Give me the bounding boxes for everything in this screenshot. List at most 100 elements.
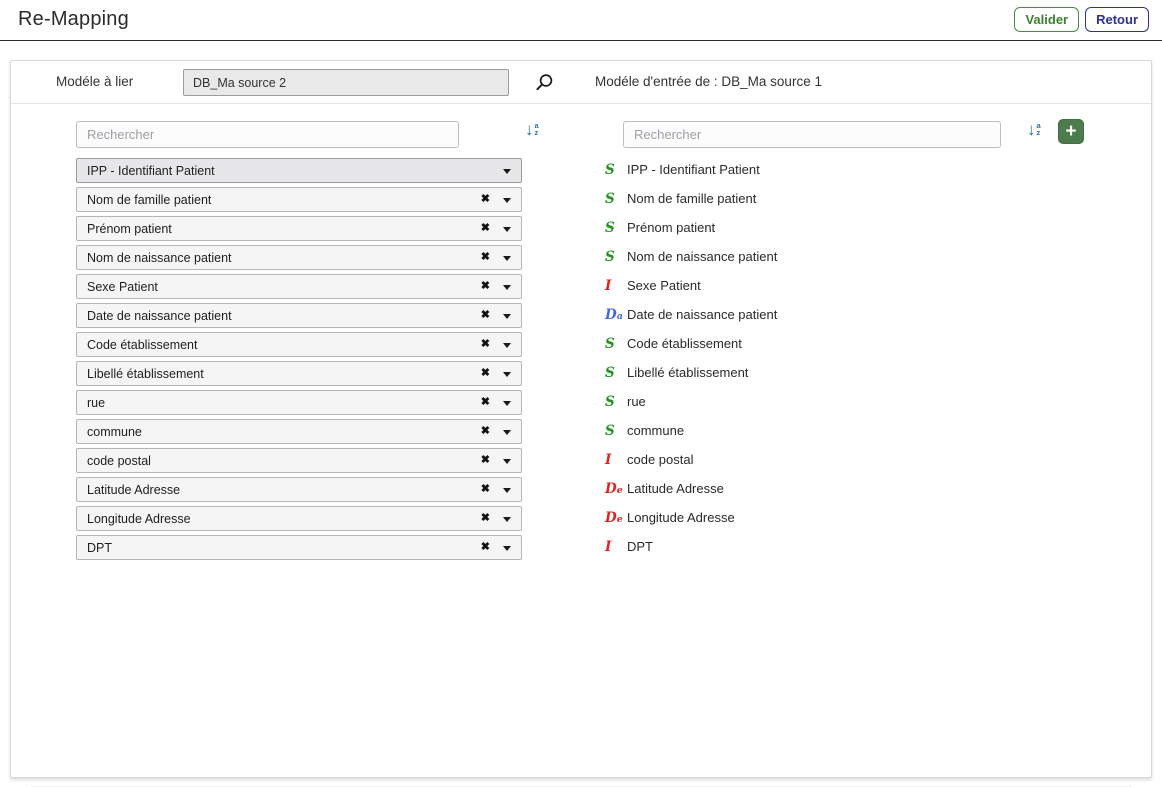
source-field-item[interactable]: SNom de famille patient bbox=[605, 186, 1125, 211]
source-field-item[interactable]: DeLongitude Adresse bbox=[605, 505, 1125, 530]
field-type-icon: De bbox=[605, 481, 627, 497]
mapped-field-select[interactable]: Date de naissance patient✖ bbox=[76, 303, 522, 328]
field-type-icon: S bbox=[605, 191, 627, 207]
clear-icon[interactable]: ✖ bbox=[481, 426, 490, 437]
source-field-item[interactable]: SCode établissement bbox=[605, 331, 1125, 356]
caret-down-icon[interactable] bbox=[503, 401, 511, 406]
source-field-label: Libellé établissement bbox=[627, 365, 748, 380]
caret-down-icon[interactable] bbox=[503, 517, 511, 522]
caret-down-icon[interactable] bbox=[503, 256, 511, 261]
app-header: Re-Mapping Valider Retour bbox=[0, 0, 1162, 41]
mapped-field-select[interactable]: Code établissement✖ bbox=[76, 332, 522, 357]
mapped-field-select[interactable]: Sexe Patient✖ bbox=[76, 274, 522, 299]
clear-icon[interactable]: ✖ bbox=[481, 368, 490, 379]
field-type-icon: S bbox=[605, 162, 627, 178]
source-field-label: Nom de famille patient bbox=[627, 191, 756, 206]
caret-down-icon[interactable] bbox=[503, 459, 511, 464]
arrow-down-glyph: ↓ bbox=[525, 120, 534, 140]
source-field-label: Latitude Adresse bbox=[627, 481, 724, 496]
magnifier-icon[interactable] bbox=[533, 72, 555, 94]
input-model-label: Modéle d'entrée de : DB_Ma source 1 bbox=[595, 74, 822, 89]
field-type-icon: S bbox=[605, 394, 627, 410]
clear-icon[interactable]: ✖ bbox=[481, 542, 490, 553]
source-field-label: DPT bbox=[627, 539, 653, 554]
source-field-label: Date de naissance patient bbox=[627, 307, 777, 322]
sort-letter-z: z bbox=[535, 129, 539, 136]
mapped-field-label: commune bbox=[87, 425, 481, 439]
clear-icon[interactable]: ✖ bbox=[481, 223, 490, 234]
model-to-link-input[interactable] bbox=[183, 69, 509, 96]
source-field-item[interactable]: Icode postal bbox=[605, 447, 1125, 472]
sort-alpha-down-icon[interactable]: ↓ a z bbox=[525, 120, 539, 140]
retour-button[interactable]: Retour bbox=[1085, 7, 1149, 32]
sort-alpha-down-icon[interactable]: ↓ a z bbox=[1027, 120, 1041, 140]
field-type-icon: De bbox=[605, 510, 627, 526]
clear-icon[interactable]: ✖ bbox=[481, 339, 490, 350]
mapping-body: ↓ a z ↓ a z + IPP - Identifiant Patient N… bbox=[11, 104, 1151, 779]
field-type-icon: S bbox=[605, 423, 627, 439]
clear-icon[interactable]: ✖ bbox=[481, 194, 490, 205]
field-type-icon: S bbox=[605, 365, 627, 381]
mapped-field-select[interactable]: Nom de famille patient✖ bbox=[76, 187, 522, 212]
source-field-item[interactable]: Srue bbox=[605, 389, 1125, 414]
mapped-field-select[interactable]: rue✖ bbox=[76, 390, 522, 415]
mapped-field-select[interactable]: Longitude Adresse✖ bbox=[76, 506, 522, 531]
mapped-field-select[interactable]: Latitude Adresse✖ bbox=[76, 477, 522, 502]
source-field-label: Prénom patient bbox=[627, 220, 715, 235]
sort-letters: a z bbox=[535, 122, 539, 136]
mapped-field-select[interactable]: IPP - Identifiant Patient bbox=[76, 158, 522, 183]
source-field-label: Nom de naissance patient bbox=[627, 249, 777, 264]
mapped-field-select[interactable]: Libellé établissement✖ bbox=[76, 361, 522, 386]
caret-down-icon[interactable] bbox=[503, 546, 511, 551]
caret-down-icon[interactable] bbox=[503, 343, 511, 348]
source-field-item[interactable]: DeLatitude Adresse bbox=[605, 476, 1125, 501]
mapped-field-select[interactable]: Nom de naissance patient✖ bbox=[76, 245, 522, 270]
add-field-button[interactable]: + bbox=[1058, 119, 1084, 144]
source-field-item[interactable]: Scommune bbox=[605, 418, 1125, 443]
source-field-label: Sexe Patient bbox=[627, 278, 701, 293]
source-field-item[interactable]: ISexe Patient bbox=[605, 273, 1125, 298]
mapped-field-select[interactable]: commune✖ bbox=[76, 419, 522, 444]
source-field-label: Code établissement bbox=[627, 336, 742, 351]
source-field-item[interactable]: SLibellé établissement bbox=[605, 360, 1125, 385]
caret-down-icon[interactable] bbox=[503, 488, 511, 493]
model-link-bar: Modéle à lier Modéle d'entrée de : DB_Ma… bbox=[11, 61, 1151, 104]
source-field-item[interactable]: IDPT bbox=[605, 534, 1125, 559]
clear-icon[interactable]: ✖ bbox=[481, 310, 490, 321]
field-type-icon: I bbox=[605, 452, 627, 468]
clear-icon[interactable]: ✖ bbox=[481, 397, 490, 408]
source-field-item[interactable]: SPrénom patient bbox=[605, 215, 1125, 240]
caret-down-icon[interactable] bbox=[503, 430, 511, 435]
source-field-item[interactable]: SNom de naissance patient bbox=[605, 244, 1125, 269]
page-title: Re-Mapping bbox=[18, 8, 129, 31]
clear-icon[interactable]: ✖ bbox=[481, 252, 490, 263]
right-search-input[interactable] bbox=[623, 121, 1001, 148]
clear-icon[interactable]: ✖ bbox=[481, 513, 490, 524]
caret-down-icon[interactable] bbox=[503, 227, 511, 232]
left-search-input[interactable] bbox=[76, 121, 459, 148]
mapped-field-select[interactable]: DPT✖ bbox=[76, 535, 522, 560]
clear-icon[interactable]: ✖ bbox=[481, 281, 490, 292]
source-field-label: code postal bbox=[627, 452, 694, 467]
clear-icon[interactable]: ✖ bbox=[481, 484, 490, 495]
valider-button[interactable]: Valider bbox=[1014, 7, 1079, 32]
caret-down-icon[interactable] bbox=[503, 372, 511, 377]
mapped-field-select[interactable]: Prénom patient✖ bbox=[76, 216, 522, 241]
header-buttons: Valider Retour bbox=[1014, 7, 1149, 32]
field-type-icon: S bbox=[605, 336, 627, 352]
mapped-field-label: Latitude Adresse bbox=[87, 483, 481, 497]
caret-down-icon[interactable] bbox=[503, 198, 511, 203]
mapped-field-label: DPT bbox=[87, 541, 481, 555]
caret-down-icon[interactable] bbox=[503, 285, 511, 290]
field-type-icon: S bbox=[605, 220, 627, 236]
caret-down-icon[interactable] bbox=[503, 169, 511, 174]
clear-icon[interactable]: ✖ bbox=[481, 455, 490, 466]
caret-down-icon[interactable] bbox=[503, 314, 511, 319]
mapped-field-label: Nom de naissance patient bbox=[87, 251, 481, 265]
mapped-field-select[interactable]: code postal✖ bbox=[76, 448, 522, 473]
remapping-panel: Modéle à lier Modéle d'entrée de : DB_Ma… bbox=[10, 60, 1152, 778]
source-field-item[interactable]: DaDate de naissance patient bbox=[605, 302, 1125, 327]
source-field-label: IPP - Identifiant Patient bbox=[627, 162, 760, 177]
mapped-field-label: Sexe Patient bbox=[87, 280, 481, 294]
source-field-item[interactable]: SIPP - Identifiant Patient bbox=[605, 157, 1125, 182]
